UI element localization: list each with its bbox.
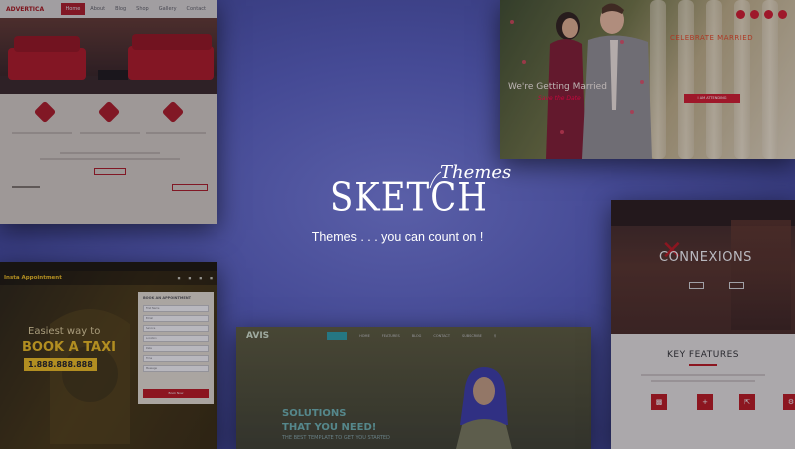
connexions-button[interactable]	[729, 282, 744, 289]
advertica-nav-item[interactable]: Shop	[131, 3, 154, 15]
avis-solutions-heading: SOLUTIONS THAT YOU NEED!	[282, 407, 376, 435]
avis-nav: AVIS HOME FEATURES BLOG CONTACT SUBSCRIB…	[236, 327, 591, 345]
wedding-attend-button[interactable]: I AM ATTENDING	[684, 94, 740, 103]
avis-nav-item[interactable]: FEATURES	[382, 334, 400, 338]
taxi-form-field[interactable]: Location	[143, 335, 209, 342]
plus-icon: +	[697, 394, 713, 410]
wedding-menu	[736, 10, 787, 19]
connexions-button[interactable]	[689, 282, 704, 289]
sketch-themes-logo: SKETCH Themes	[330, 162, 511, 224]
advertica-nav-item[interactable]: About	[85, 3, 110, 15]
wedding-eyebrow: CELEBRATE MARRIED	[670, 34, 754, 42]
taxi-form-field[interactable]: Service	[143, 325, 209, 332]
brand-secondary: Themes	[440, 162, 512, 183]
avis-need: THAT YOU NEED!	[282, 422, 377, 433]
avis-subtitle: THE BEST TEMPLATE TO GET YOU STARTED	[282, 435, 390, 441]
wedding-menu-dot[interactable]	[778, 10, 787, 19]
connexions-tagline	[671, 266, 672, 269]
taxi-topbar	[0, 262, 217, 271]
taxi-book-button[interactable]: Book Now	[143, 389, 209, 398]
avis-nav-item[interactable]: SUBSCRIBE	[462, 334, 482, 338]
advertica-nav-item[interactable]: Home	[60, 3, 86, 15]
taxi-form-field[interactable]: First Name	[143, 305, 209, 312]
taxi-form-field[interactable]: Message	[143, 365, 209, 372]
wedding-menu-dot[interactable]	[750, 10, 759, 19]
connexions-hero-image: ✕ CONNEXIONS	[611, 200, 795, 334]
avis-nav-item[interactable]: HOME	[359, 334, 370, 338]
advertica-nav-item[interactable]: Gallery	[154, 3, 182, 15]
taxi-form-field[interactable]: Date	[143, 345, 209, 352]
brand-swoosh	[429, 171, 442, 189]
laptop-icon: ▩	[651, 394, 667, 410]
taxi-header: Insta Appointment	[4, 275, 62, 281]
advertica-cta-button[interactable]	[94, 168, 126, 175]
advertica-nav: Home About Blog Shop Gallery Contact	[60, 3, 211, 15]
taxi-phone[interactable]: 1.888.888.888	[24, 358, 97, 371]
advertica-hero-image	[0, 18, 217, 94]
advertica-logo: ADVERTICA	[6, 5, 45, 13]
advertica-nav-item[interactable]: Blog	[110, 3, 131, 15]
share-icon: ⇱	[739, 394, 755, 410]
connexions-brand: CONNEXIONS	[659, 250, 752, 265]
wedding-menu-dot[interactable]	[764, 10, 773, 19]
search-icon[interactable]: ⚲	[494, 334, 497, 338]
connexions-theme-preview[interactable]: ✕ CONNEXIONS KEY FEATURES ▩ + ⇱ ⚙	[611, 200, 795, 449]
avis-theme-preview[interactable]: AVIS HOME FEATURES BLOG CONTACT SUBSCRIB…	[236, 327, 591, 449]
taxi-book-text: BOOK A TAXI	[22, 340, 116, 355]
wrench-icon: ⚙	[783, 394, 795, 410]
key-features-heading: KEY FEATURES	[666, 350, 739, 360]
taxi-nav: Insta Appointment ■ ■ ■ ■	[0, 271, 217, 285]
avis-hero-person	[456, 367, 512, 449]
taxi-easy-text: Easiest way to	[28, 326, 101, 337]
wedding-theme-preview[interactable]: CELEBRATE MARRIED We're Getting Married …	[500, 0, 795, 159]
advertica-feature	[148, 100, 198, 129]
avis-logo: AVIS	[246, 331, 270, 341]
advertica-feature	[20, 100, 70, 129]
wedding-menu-dot[interactable]	[736, 10, 745, 19]
avis-nav-item[interactable]: BLOG	[412, 334, 422, 338]
taxi-form-field[interactable]: Time	[143, 355, 209, 362]
advertica-feature	[84, 100, 134, 129]
advertica-theme-preview[interactable]: ADVERTICA Home About Blog Shop Gallery C…	[0, 0, 217, 224]
key-features-divider	[689, 364, 717, 366]
taxi-form-title: BOOK AN APPOINTMENT	[143, 296, 192, 300]
avis-solutions: SOLUTIONS	[282, 408, 347, 419]
taxi-form-field[interactable]: Email	[143, 315, 209, 322]
taxi-booking-form: BOOK AN APPOINTMENT First Name Email Ser…	[138, 292, 214, 404]
avis-nav-item[interactable]: CONTACT	[433, 334, 450, 338]
taxi-theme-preview[interactable]: Insta Appointment ■ ■ ■ ■ Easiest way to BO…	[0, 262, 217, 449]
advertica-nav-item[interactable]: Contact	[182, 3, 211, 15]
advertica-more-button[interactable]	[172, 184, 208, 191]
advertica-topbar: ADVERTICA Home About Blog Shop Gallery C…	[0, 0, 217, 18]
wedding-script: Save the Date	[538, 95, 581, 102]
wedding-title: We're Getting Married	[508, 82, 607, 92]
